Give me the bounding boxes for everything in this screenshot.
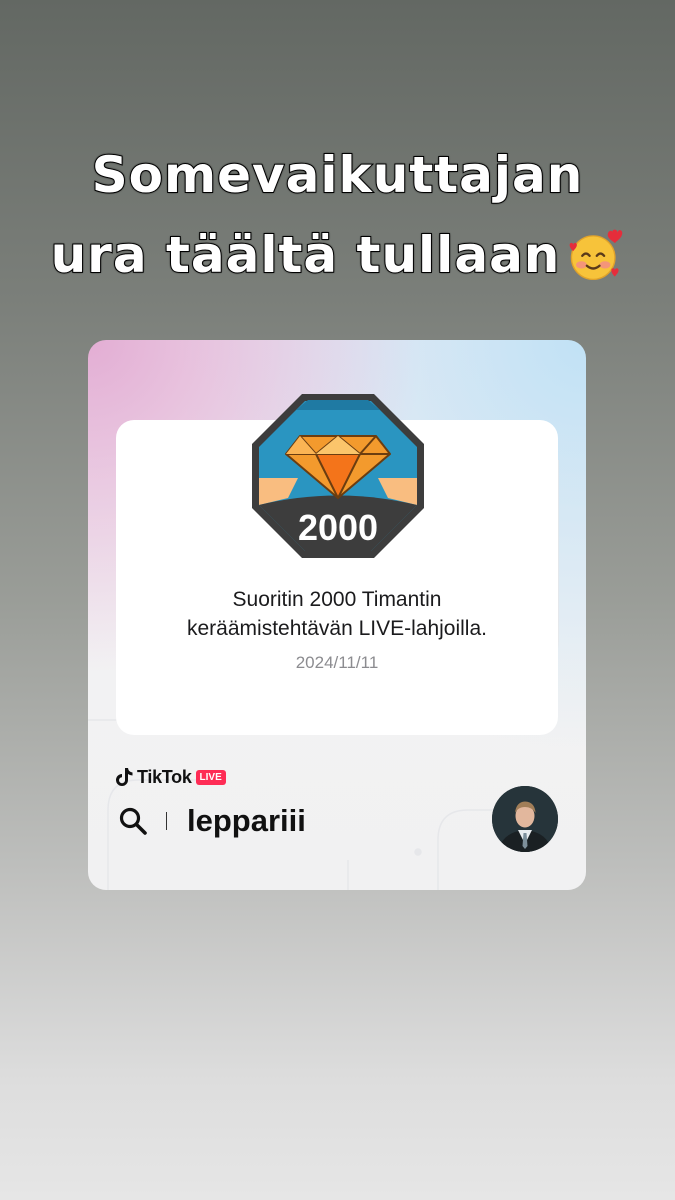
tiktok-live-logo: TikTok LIVE [116,766,226,788]
search-divider [166,812,167,830]
achievement-line-2: keräämistehtävän LIVE-lahjoilla. [187,617,487,640]
achievement-card[interactable]: 2000 Suoritin 2000 Timantin keräämisteht… [88,340,586,890]
caption-line-1: Somevaikuttajan [91,145,584,205]
smiling-face-with-hearts-icon [570,229,623,280]
diamond-badge: 2000 [252,394,424,558]
caption-line-2-text: ura täältä tullaan [50,225,561,285]
story-caption: Somevaikuttajan ura täältä tullaan [0,135,675,295]
search-username[interactable]: leppariii [187,803,306,839]
profile-avatar[interactable] [492,786,558,852]
live-label: LIVE [195,769,226,785]
achievement-date: 2024/11/11 [295,653,379,672]
achievement-text: Suoritin 2000 Timantin keräämistehtävän … [88,585,586,643]
avatar-photo [492,786,558,852]
search-bar[interactable]: leppariii [118,800,306,842]
tiktok-wordmark: TikTok [137,766,192,787]
search-icon [119,807,147,835]
caption-line-2: ura täältä tullaan [0,215,675,295]
tiktok-note-icon [116,768,133,786]
badge-number: 2000 [298,507,378,548]
achievement-line-1: Suoritin 2000 Timantin [232,588,442,611]
